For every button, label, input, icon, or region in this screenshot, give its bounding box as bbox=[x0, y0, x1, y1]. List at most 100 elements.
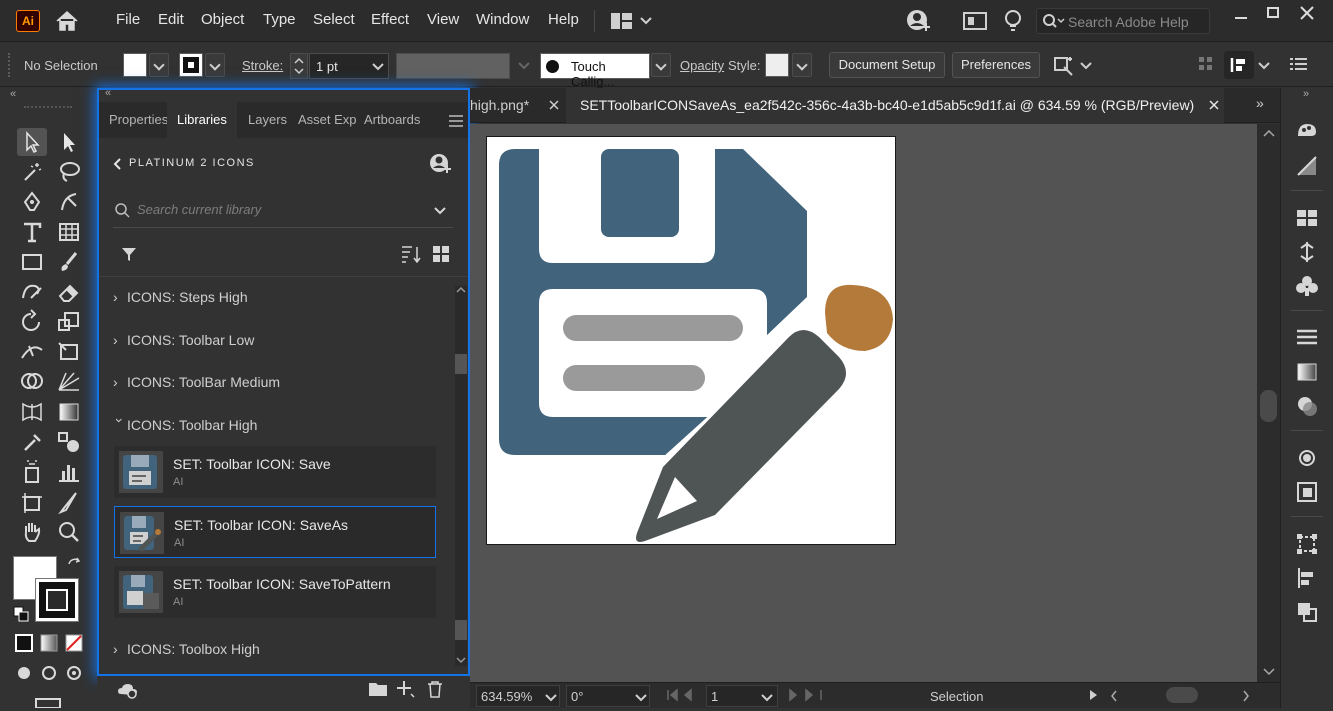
close-tab-icon[interactable] bbox=[548, 99, 560, 111]
artboard[interactable] bbox=[486, 136, 896, 549]
shaper-tool-icon[interactable] bbox=[17, 278, 47, 306]
stroke-swatch[interactable] bbox=[179, 53, 203, 77]
stroke-weight-field[interactable]: 1 pt bbox=[309, 53, 389, 79]
scroll-right-icon[interactable] bbox=[1242, 690, 1250, 702]
chevron-down-icon[interactable] bbox=[1080, 59, 1092, 70]
add-icon[interactable] bbox=[396, 680, 416, 698]
symbol-sprayer-tool-icon[interactable] bbox=[17, 458, 47, 486]
stroke-color-swatch[interactable] bbox=[35, 578, 79, 622]
home-icon[interactable] bbox=[54, 9, 80, 33]
color-panel-icon[interactable] bbox=[1295, 118, 1319, 142]
transform-icon[interactable] bbox=[1295, 532, 1319, 556]
mesh-tool-icon[interactable] bbox=[17, 398, 47, 426]
rectangle-tool-icon[interactable] bbox=[17, 248, 47, 276]
align-toggle-icon[interactable] bbox=[1224, 51, 1254, 79]
color-guide-icon[interactable] bbox=[1295, 154, 1319, 178]
grid-tool-icon[interactable] bbox=[54, 218, 84, 246]
horizontal-scrollbar[interactable] bbox=[1110, 685, 1258, 707]
chevron-down-icon[interactable] bbox=[640, 14, 652, 25]
preferences-button[interactable]: Preferences bbox=[952, 52, 1040, 78]
asset-item-savetopattern[interactable]: SET: Toolbar ICON: SaveToPattern AI bbox=[114, 566, 436, 618]
scroll-up-icon[interactable] bbox=[456, 286, 466, 294]
next-last-artboard-icon[interactable] bbox=[786, 688, 826, 702]
curvature-tool-icon[interactable] bbox=[54, 188, 84, 216]
collapse-left-icon[interactable]: « bbox=[10, 88, 16, 100]
group-toolbar-medium[interactable]: › ICONS: ToolBar Medium bbox=[113, 374, 280, 390]
artboard-tool-icon[interactable] bbox=[17, 488, 47, 516]
stroke-dropdown[interactable] bbox=[205, 53, 225, 77]
group-toolbox-high[interactable]: › ICONS: Toolbox High bbox=[113, 641, 260, 657]
tab-properties[interactable]: Properties bbox=[109, 112, 167, 127]
graphic-style-swatch[interactable] bbox=[765, 53, 789, 77]
style-dropdown[interactable] bbox=[792, 53, 812, 77]
tab-artboards[interactable]: Artboards bbox=[364, 112, 420, 127]
group-toolbar-low[interactable]: › ICONS: Toolbar Low bbox=[113, 332, 254, 348]
paintbrush-tool-icon[interactable] bbox=[54, 248, 84, 276]
arrange-documents-icon[interactable] bbox=[963, 12, 987, 30]
menu-file[interactable]: File bbox=[116, 11, 140, 28]
scrollbar-thumb[interactable] bbox=[1260, 390, 1277, 422]
folder-icon[interactable] bbox=[368, 680, 388, 698]
gradient-panel-icon[interactable] bbox=[1295, 360, 1319, 384]
close-tab-icon[interactable] bbox=[1208, 99, 1220, 111]
draw-inside-icon[interactable] bbox=[64, 663, 84, 683]
doc-tab-inactive[interactable]: high.png* bbox=[470, 97, 529, 113]
symbols-icon[interactable] bbox=[1295, 274, 1319, 298]
brushes-icon[interactable] bbox=[1295, 240, 1319, 264]
restore-icon[interactable] bbox=[1258, 6, 1288, 28]
status-menu-arrow-icon[interactable] bbox=[1088, 689, 1098, 701]
back-chevron-icon[interactable] bbox=[113, 158, 123, 170]
menu-type[interactable]: Type bbox=[263, 11, 296, 28]
menu-window[interactable]: Window bbox=[476, 11, 529, 28]
menu-help[interactable]: Help bbox=[548, 11, 579, 28]
group-toolbar-high[interactable]: ›ICONS: Toolbar High bbox=[112, 417, 257, 433]
profile-dropdown[interactable] bbox=[514, 53, 534, 79]
fill-dropdown[interactable] bbox=[149, 53, 169, 77]
zoom-field[interactable]: 634.59% bbox=[476, 685, 560, 707]
grid-view-icon[interactable] bbox=[433, 246, 449, 262]
rotation-field[interactable]: 0° bbox=[566, 685, 650, 707]
collapse-panel-icon[interactable]: « bbox=[105, 87, 111, 99]
toolbar-grip[interactable] bbox=[24, 106, 72, 108]
scrollbar-thumb[interactable] bbox=[455, 354, 467, 374]
rotate-tool-icon[interactable] bbox=[17, 308, 47, 336]
menu-select[interactable]: Select bbox=[313, 11, 355, 28]
chevron-down-icon[interactable] bbox=[1258, 59, 1270, 70]
pen-tool-icon[interactable] bbox=[17, 188, 47, 216]
blend-tool-icon[interactable] bbox=[54, 428, 84, 456]
panel-menu-icon[interactable] bbox=[1290, 56, 1308, 72]
panel-menu-icon[interactable] bbox=[449, 115, 463, 127]
draw-normal-icon[interactable] bbox=[14, 663, 34, 683]
transparency-icon[interactable] bbox=[1295, 394, 1319, 418]
tab-libraries[interactable]: Libraries bbox=[167, 102, 237, 138]
scrollbar-thumb-lower[interactable] bbox=[455, 620, 467, 640]
eraser-tool-icon[interactable] bbox=[54, 278, 84, 306]
draw-behind-icon[interactable] bbox=[39, 663, 59, 683]
more-tabs-icon[interactable]: » bbox=[1256, 95, 1264, 111]
selection-tool-icon[interactable] bbox=[17, 128, 47, 156]
swatches-icon[interactable] bbox=[1295, 206, 1319, 230]
hand-tool-icon[interactable] bbox=[17, 518, 47, 546]
scroll-down-icon[interactable] bbox=[456, 656, 466, 664]
swap-colors-icon[interactable] bbox=[66, 556, 82, 572]
free-transform-tool-icon[interactable] bbox=[54, 338, 84, 366]
scroll-down-icon[interactable] bbox=[1263, 668, 1275, 676]
stroke-label[interactable]: Stroke: bbox=[242, 58, 283, 73]
align-icon[interactable] bbox=[1295, 566, 1319, 590]
appearance-icon[interactable] bbox=[1295, 446, 1319, 470]
panel-scrollbar[interactable] bbox=[455, 286, 467, 666]
menu-object[interactable]: Object bbox=[201, 11, 244, 28]
recolor-artwork-icon[interactable] bbox=[1052, 55, 1076, 77]
scroll-up-icon[interactable] bbox=[1263, 130, 1275, 138]
shape-builder-tool-icon[interactable] bbox=[17, 368, 47, 396]
tab-layers[interactable]: Layers bbox=[248, 112, 287, 127]
color-mode-icon[interactable] bbox=[14, 633, 34, 653]
stroke-panel-icon[interactable] bbox=[1295, 326, 1319, 350]
minimize-icon[interactable] bbox=[1226, 6, 1256, 28]
pathfinder-icon[interactable] bbox=[1295, 600, 1319, 624]
doc-tab-active[interactable]: SETToolbarICONSaveAs_ea2f542c-356c-4a3b-… bbox=[566, 88, 1224, 123]
eyedropper-tool-icon[interactable] bbox=[17, 428, 47, 456]
expand-dock-icon[interactable]: » bbox=[1303, 88, 1309, 100]
perspective-grid-tool-icon[interactable] bbox=[54, 368, 84, 396]
share-user-icon[interactable] bbox=[906, 9, 932, 33]
